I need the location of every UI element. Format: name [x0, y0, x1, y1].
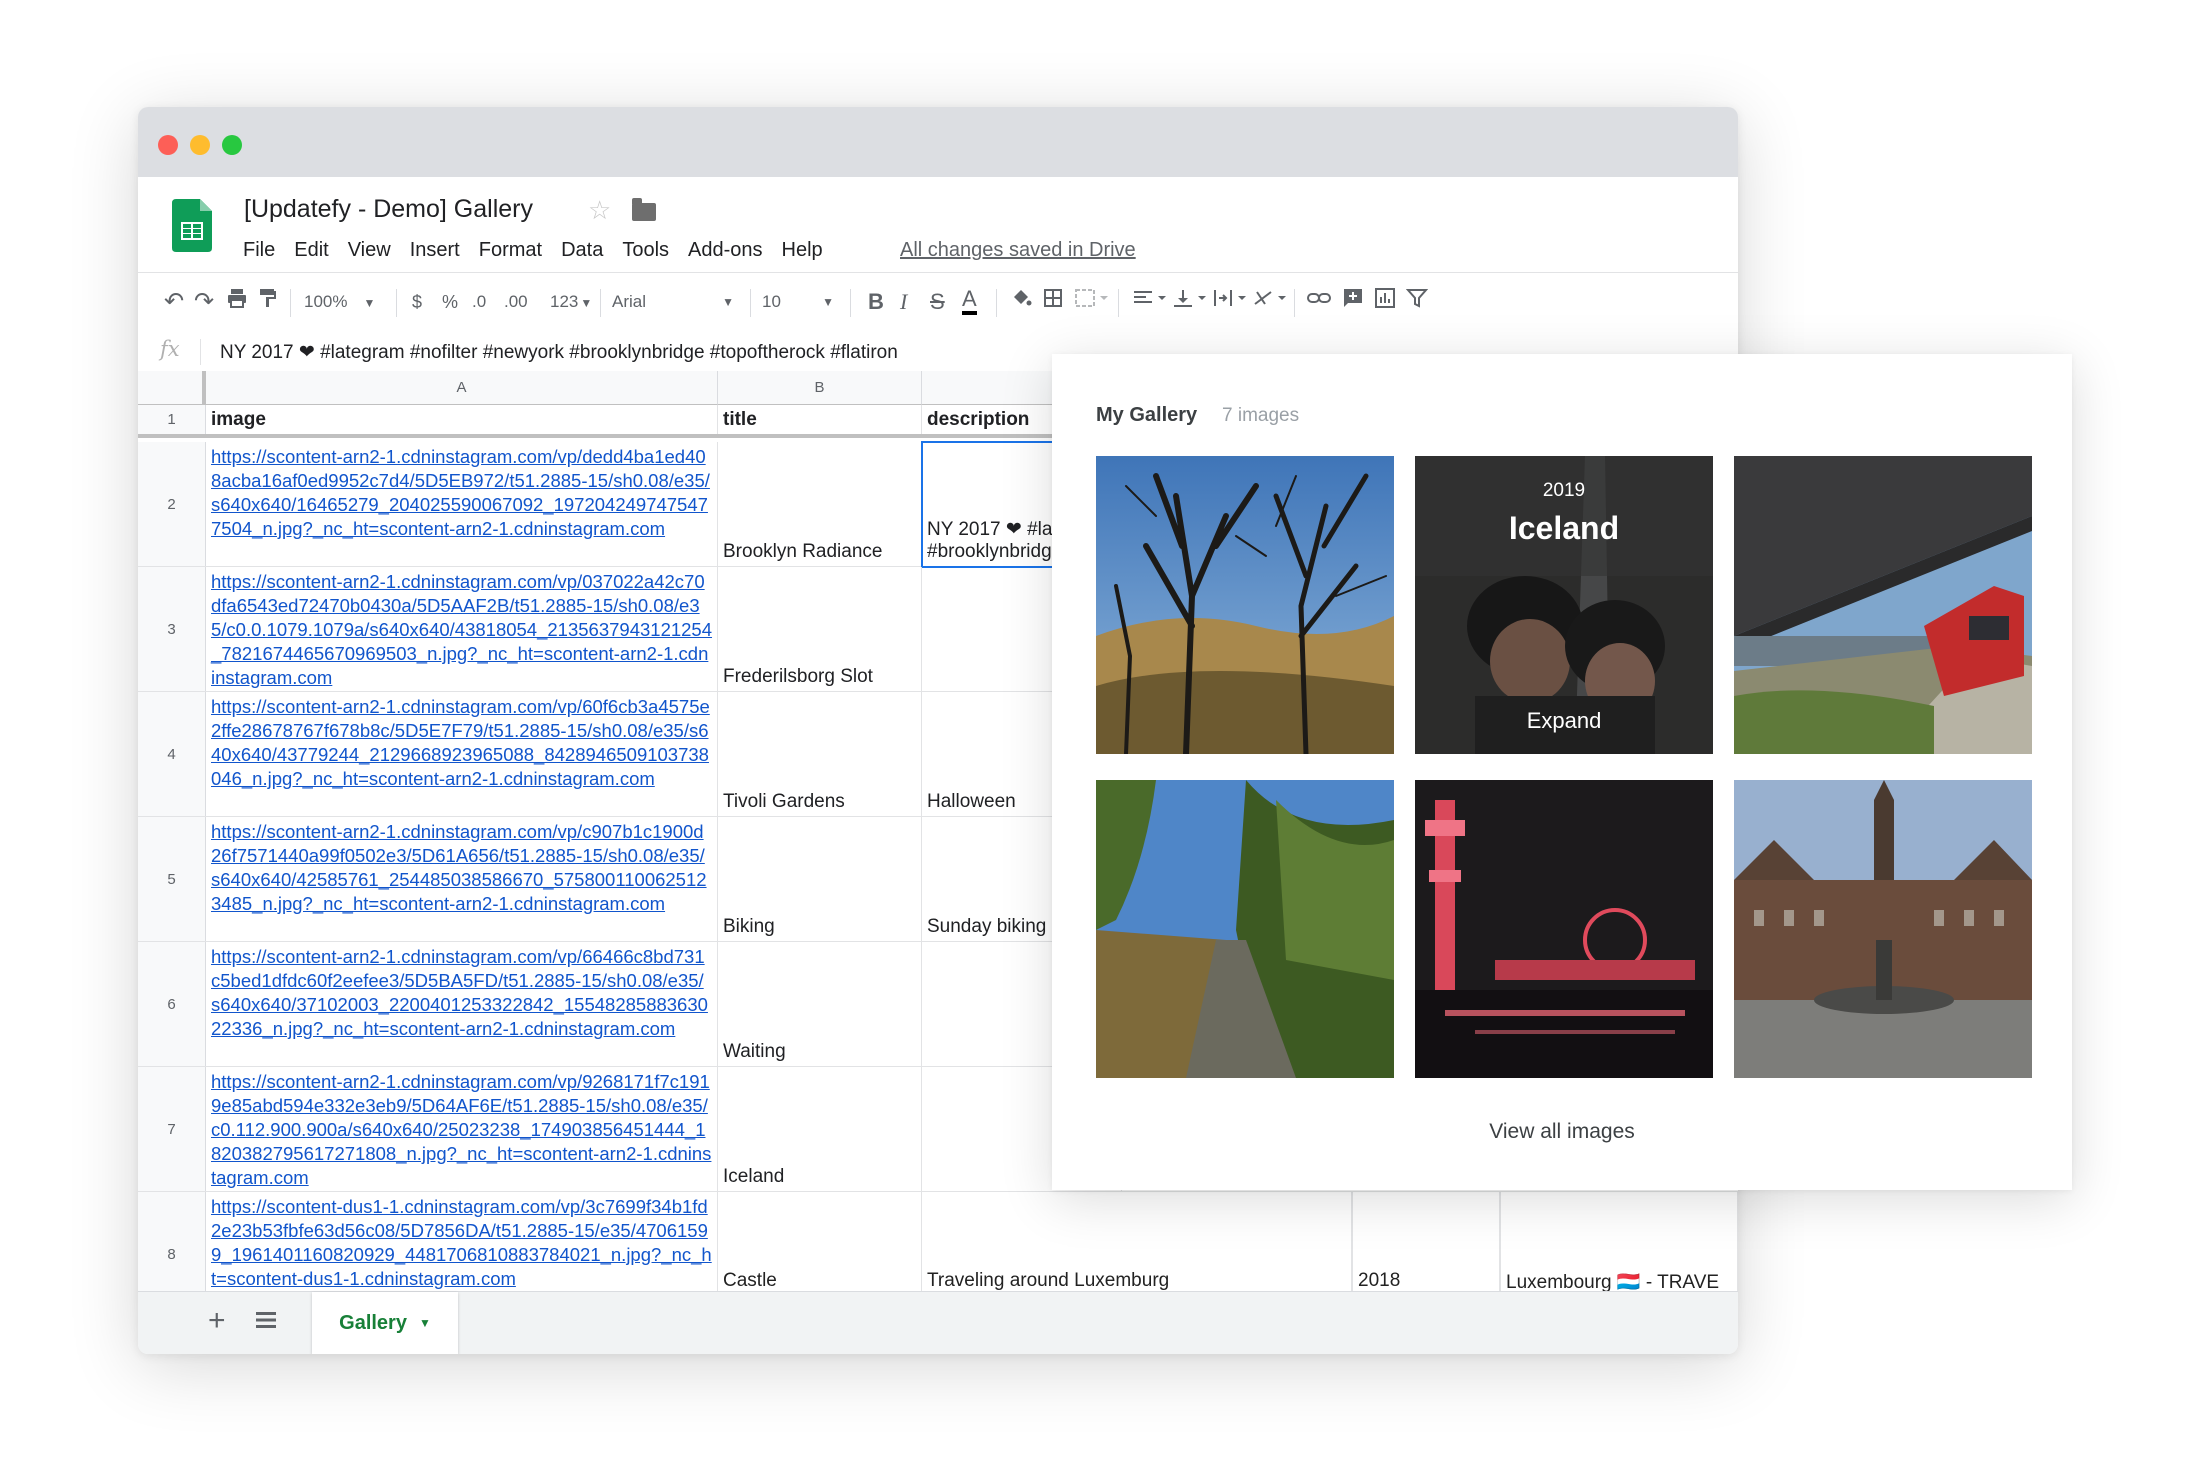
row-number[interactable]: 1	[138, 405, 206, 434]
redo-icon[interactable]: ↷	[194, 287, 214, 317]
gallery-image-count: 7 images	[1222, 405, 1300, 426]
borders-icon[interactable]	[1042, 287, 1064, 317]
menu-format[interactable]: Format	[479, 239, 542, 262]
insert-comment-icon[interactable]	[1342, 287, 1364, 317]
row-number[interactable]: 5	[138, 817, 206, 941]
title-cell[interactable]: Iceland	[718, 1067, 922, 1191]
fx-icon: fx	[160, 337, 180, 361]
image-url-cell[interactable]: https://scontent-arn2-1.cdninstagram.com…	[206, 817, 718, 941]
menu-insert[interactable]: Insert	[410, 239, 460, 262]
title-cell[interactable]: Brooklyn Radiance	[718, 442, 922, 566]
image-url-cell[interactable]: https://scontent-arn2-1.cdninstagram.com…	[206, 442, 718, 566]
image-url-cell[interactable]: https://scontent-arn2-1.cdninstagram.com…	[206, 1067, 718, 1191]
column-header-a[interactable]: A	[206, 371, 718, 405]
view-all-images-link[interactable]: View all images	[1052, 1120, 2072, 1144]
menu-bar: File Edit View Insert Format Data Tools …	[243, 239, 842, 262]
save-status-link[interactable]: All changes saved in Drive	[900, 239, 1136, 262]
font-family-select[interactable]: Arial ▼	[612, 287, 734, 317]
sheets-logo-icon[interactable]	[172, 199, 212, 252]
menu-view[interactable]: View	[348, 239, 391, 262]
insert-chart-icon[interactable]	[1374, 287, 1396, 317]
undo-icon[interactable]: ↶	[164, 287, 184, 317]
row-number[interactable]: 6	[138, 942, 206, 1066]
title-cell[interactable]: Tivoli Gardens	[718, 692, 922, 816]
filter-icon[interactable]	[1405, 287, 1429, 317]
align-icon[interactable]	[1132, 287, 1168, 317]
expand-button[interactable]: Expand	[1415, 708, 1713, 734]
italic-button[interactable]: I	[900, 287, 907, 317]
decrease-decimal-button[interactable]: .0	[472, 287, 486, 317]
formula-input[interactable]: NY 2017 ❤ #lategram #nofilter #newyork #…	[220, 341, 898, 364]
extra-cell[interactable]: Luxembourg 🇱🇺 - TRAVE	[1500, 1192, 1738, 1291]
featured-year: 2019	[1542, 480, 1586, 501]
chevron-down-icon[interactable]: ▼	[419, 1316, 431, 1330]
row-number[interactable]: 2	[138, 442, 206, 566]
sheet-tab-gallery[interactable]: Gallery ▼	[312, 1292, 458, 1354]
text-wrap-icon[interactable]	[1212, 287, 1248, 317]
gallery-thumb-forest-path[interactable]	[1096, 780, 1394, 1078]
title-cell[interactable]: Waiting	[718, 942, 922, 1066]
maximize-window-button[interactable]	[222, 135, 242, 155]
add-sheet-plus-icon[interactable]: +	[208, 1304, 226, 1338]
text-color-button[interactable]: A	[962, 287, 977, 315]
gallery-panel: My Gallery 7 images 2019 Iceland Expand …	[1052, 354, 2072, 1190]
year-cell[interactable]: 2018	[1352, 1192, 1500, 1291]
menu-tools[interactable]: Tools	[622, 239, 669, 262]
percent-button[interactable]: %	[442, 287, 458, 317]
header-cell-title[interactable]: title	[718, 405, 922, 434]
image-url-cell[interactable]: https://scontent-dus1-1.cdninstagram.com…	[206, 1192, 718, 1291]
vertical-align-icon[interactable]	[1172, 287, 1208, 317]
row-number[interactable]: 4	[138, 692, 206, 816]
row-number[interactable]: 3	[138, 567, 206, 691]
gallery-thumb-train-station[interactable]	[1734, 456, 2032, 754]
gallery-thumb-iceland[interactable]: 2019 Iceland Expand	[1415, 456, 1713, 754]
sheet-tab-bar: + Gallery ▼	[138, 1291, 1738, 1354]
strikethrough-button[interactable]: S	[930, 287, 945, 317]
menu-file[interactable]: File	[243, 239, 275, 262]
title-cell[interactable]: Frederilsborg Slot	[718, 567, 922, 691]
currency-button[interactable]: $	[412, 287, 422, 317]
increase-decimal-button[interactable]: .00	[504, 287, 528, 317]
table-row: 8 https://scontent-dus1-1.cdninstagram.c…	[138, 1192, 1738, 1291]
fill-color-icon[interactable]	[1010, 287, 1032, 317]
select-all-corner[interactable]	[138, 371, 206, 405]
title-cell[interactable]: Castle	[718, 1192, 922, 1291]
menu-addons[interactable]: Add-ons	[688, 239, 763, 262]
row-number[interactable]: 7	[138, 1067, 206, 1191]
row-number[interactable]: 8	[138, 1192, 206, 1291]
column-header-b[interactable]: B	[718, 371, 922, 405]
description-cell[interactable]: Traveling around Luxemburg	[922, 1192, 1352, 1291]
gallery-thumb-bare-trees[interactable]	[1096, 456, 1394, 754]
more-formats-select[interactable]: 123 ▼	[550, 287, 592, 317]
document-title[interactable]: [Updatefy - Demo] Gallery	[244, 195, 533, 224]
print-icon[interactable]	[226, 287, 248, 317]
image-url-cell[interactable]: https://scontent-arn2-1.cdninstagram.com…	[206, 567, 718, 691]
image-url-cell[interactable]: https://scontent-arn2-1.cdninstagram.com…	[206, 692, 718, 816]
gallery-title: My Gallery	[1096, 404, 1198, 426]
paint-format-icon[interactable]	[258, 287, 278, 317]
featured-title: Iceland	[1508, 510, 1620, 546]
bold-button[interactable]: B	[868, 287, 884, 317]
menu-help[interactable]: Help	[782, 239, 823, 262]
font-size-select[interactable]: 10 ▼	[762, 287, 834, 317]
image-url-cell[interactable]: https://scontent-arn2-1.cdninstagram.com…	[206, 942, 718, 1066]
merge-cells-icon[interactable]	[1074, 287, 1108, 317]
toolbar: ↶ ↷ 100% ▼ $ % .0 .00 123 ▼ Arial ▼ 10 ▼ B I…	[138, 272, 1738, 334]
close-window-button[interactable]	[158, 135, 178, 155]
insert-link-icon[interactable]	[1306, 287, 1332, 317]
minimize-window-button[interactable]	[190, 135, 210, 155]
folder-icon[interactable]	[632, 198, 656, 221]
menu-data[interactable]: Data	[561, 239, 603, 262]
all-sheets-list-icon[interactable]	[256, 1312, 276, 1328]
title-bar	[138, 107, 1738, 177]
gallery-thumb-frederiksborg-castle[interactable]	[1734, 780, 2032, 1078]
app-header: [Updatefy - Demo] Gallery ☆ File Edit Vi…	[138, 177, 1738, 272]
gallery-thumb-tivoli-night[interactable]	[1415, 780, 1713, 1078]
text-rotation-icon[interactable]	[1252, 287, 1288, 317]
menu-edit[interactable]: Edit	[294, 239, 328, 262]
zoom-select[interactable]: 100% ▼	[304, 287, 375, 317]
header-cell-image[interactable]: image	[206, 405, 718, 434]
star-icon[interactable]: ☆	[588, 195, 611, 226]
title-cell[interactable]: Biking	[718, 817, 922, 941]
